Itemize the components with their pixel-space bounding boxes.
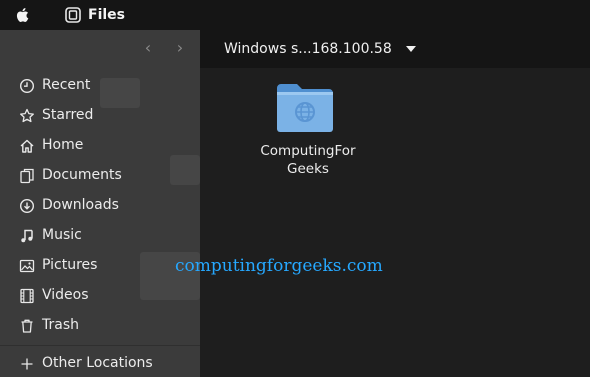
sidebar-item-label: Videos (42, 287, 89, 303)
sidebar-item-label: Trash (42, 317, 79, 333)
sidebar: ‹ › Recent Starred Home Documents Downlo… (0, 30, 200, 377)
location-label: Windows s...168.100.58 (224, 41, 392, 57)
sidebar-item-label: Music (42, 227, 82, 243)
main-content: Windows s...168.100.58 ComputingFor Geek… (200, 30, 590, 377)
apple-logo-icon[interactable] (15, 6, 31, 24)
sidebar-item-label: Home (42, 137, 84, 153)
folder-item[interactable]: ComputingFor Geeks (253, 82, 356, 182)
trash-icon (21, 319, 33, 333)
sidebar-item-downloads[interactable]: Downloads (0, 191, 200, 221)
sidebar-item-home[interactable]: Home (0, 131, 200, 161)
sidebar-item-label: Starred (42, 107, 94, 123)
sidebar-item-music[interactable]: Music (0, 221, 200, 251)
header-bar: Windows s...168.100.58 (200, 30, 590, 68)
star-icon (20, 108, 34, 123)
document-icon (20, 168, 34, 184)
download-icon (19, 198, 35, 214)
sidebar-item-label: Downloads (42, 197, 119, 213)
sidebar-item-documents[interactable]: Documents (0, 161, 200, 191)
sidebar-item-starred[interactable]: Starred (0, 101, 200, 131)
navigation-arrows: ‹ › (140, 38, 190, 58)
sidebar-item-label: Recent (42, 77, 91, 93)
app-name[interactable]: Files (88, 7, 125, 23)
folder-name: ComputingFor Geeks (253, 142, 363, 178)
clock-icon (19, 78, 35, 94)
sidebar-item-label: Documents (42, 167, 122, 183)
caret-down-icon (405, 46, 416, 52)
forward-chevron-icon[interactable]: › (172, 38, 188, 58)
music-note-icon (21, 229, 33, 243)
sidebar-item-videos[interactable]: Videos (0, 281, 200, 311)
files-app-icon[interactable] (65, 7, 81, 23)
network-folder-icon (277, 84, 333, 132)
sidebar-item-label: Pictures (42, 257, 98, 273)
home-icon (20, 139, 34, 153)
back-chevron-icon[interactable]: ‹ (140, 38, 156, 58)
plus-icon (21, 358, 33, 370)
picture-icon (19, 259, 35, 273)
sidebar-item-pictures[interactable]: Pictures (0, 251, 200, 281)
film-icon (20, 288, 34, 304)
sidebar-item-other-locations[interactable]: Other Locations (0, 349, 200, 377)
sidebar-item-trash[interactable]: Trash (0, 311, 200, 341)
folder-name-line: ComputingFor (260, 143, 356, 159)
watermark: computingforgeeks.com (175, 256, 383, 276)
sidebar-item-label: Other Locations (42, 355, 153, 371)
location-path-button[interactable]: Windows s...168.100.58 (224, 36, 416, 62)
folder-name-line: Geeks (287, 161, 329, 177)
top-bar: Files (0, 0, 590, 30)
sidebar-separator (0, 345, 200, 346)
sidebar-item-recent[interactable]: Recent (0, 71, 200, 101)
